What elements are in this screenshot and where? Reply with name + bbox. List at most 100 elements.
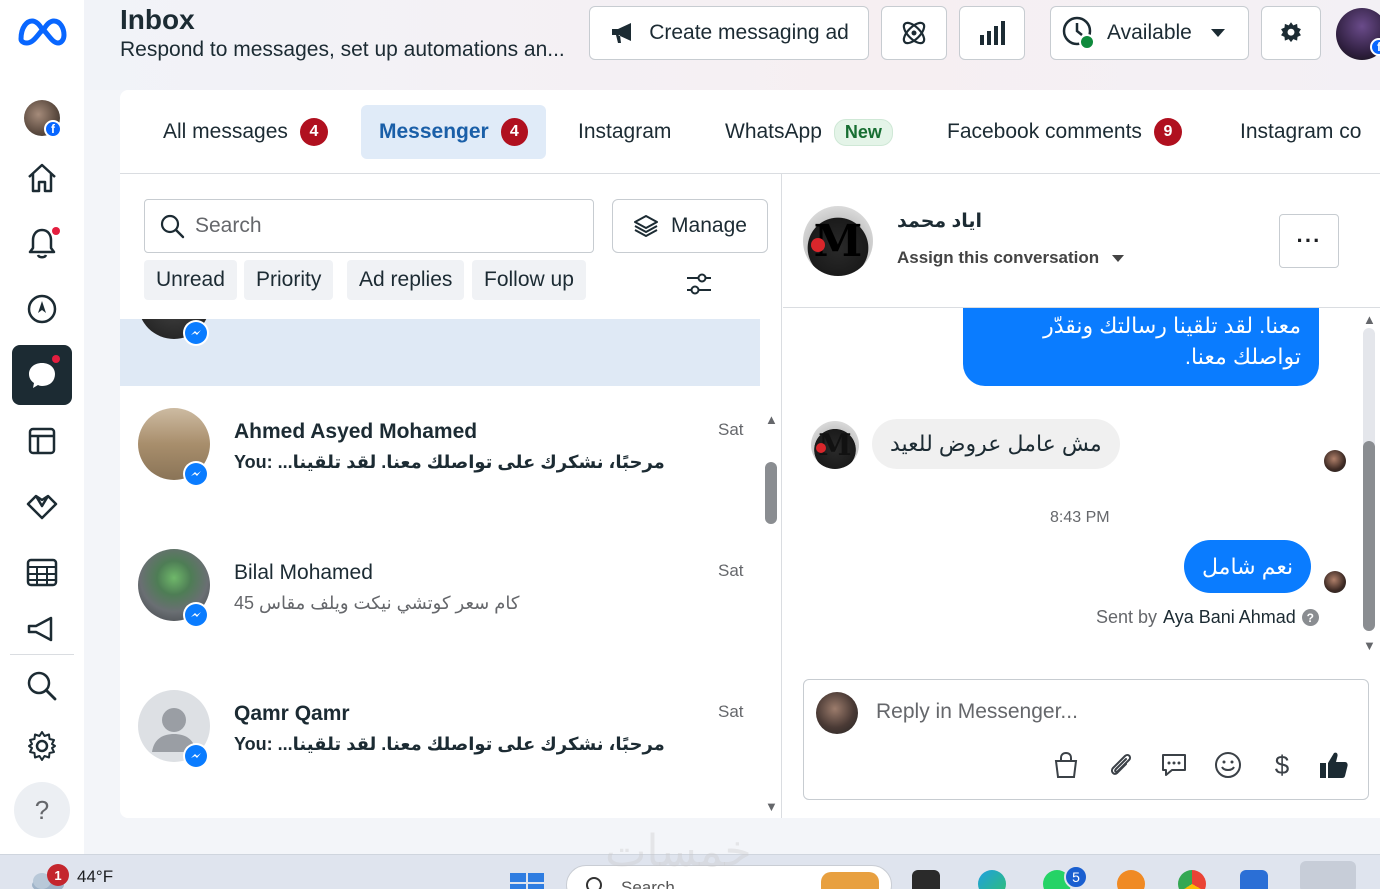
tab-whatsapp[interactable]: WhatsApp New <box>707 105 911 159</box>
list-item[interactable]: Qamr Qamr You: مرحبًا، نشكرك على تواصلك … <box>120 668 760 809</box>
megaphone-icon <box>612 23 632 43</box>
messenger-badge-icon <box>183 602 209 628</box>
contact-name: Qamr Qamr <box>234 702 350 725</box>
file-explorer-icon[interactable] <box>912 870 940 889</box>
divider <box>10 654 74 655</box>
tab-instagram-comments[interactable]: Instagram co <box>1222 105 1364 159</box>
message-area: معنا. لقد تلقينا رسالتك ونقدّر تواصلك مع… <box>783 308 1380 658</box>
emoji-icon[interactable] <box>1211 748 1245 782</box>
scroll-down-arrow[interactable]: ▼ <box>1363 638 1376 653</box>
tab-label: WhatsApp <box>725 120 822 143</box>
contact-name: اياد محمد <box>897 211 982 232</box>
inbox-icon[interactable] <box>12 345 72 405</box>
tab-instagram[interactable]: Instagram <box>560 105 689 159</box>
filter-settings-icon[interactable] <box>683 268 715 300</box>
availability-label: Available <box>1107 21 1192 44</box>
assign-conversation-dropdown[interactable]: Assign this conversation <box>897 248 1125 268</box>
create-messaging-ad-button[interactable]: Create messaging ad <box>589 6 869 60</box>
channel-tabs: All messages 4 Messenger 4 Instagram Wha… <box>120 90 1380 174</box>
scroll-down-arrow[interactable]: ▼ <box>765 799 778 814</box>
list-item[interactable]: Ahmed Asyed Mohamed You: مرحبًا، نشكرك ع… <box>120 386 760 527</box>
help-icon: ? <box>14 782 70 838</box>
outlook-icon[interactable] <box>1240 870 1268 889</box>
chrome-icon[interactable] <box>1178 870 1206 889</box>
reply-composer: $ <box>803 679 1369 800</box>
unread-count-badge: 4 <box>299 118 328 146</box>
you-prefix: You: <box>234 452 273 472</box>
home-icon[interactable] <box>14 150 70 206</box>
facebook-badge-icon: f <box>1370 38 1380 56</box>
megaphone-icon[interactable] <box>14 610 70 650</box>
page-avatar[interactable]: f <box>14 90 70 146</box>
notification-dot <box>52 355 60 363</box>
preview-text: مرحبًا، نشكرك على تواصلك معنا. لقد تلقين… <box>277 452 665 472</box>
list-item[interactable] <box>120 319 760 386</box>
payment-dollar-icon[interactable]: $ <box>1265 748 1299 782</box>
help-button[interactable]: ? <box>14 782 70 838</box>
info-icon[interactable]: ? <box>1301 609 1319 626</box>
profile-avatar[interactable]: f <box>1336 8 1380 60</box>
preview-text: مرحبًا، نشكرك على تواصلك معنا. لقد تلقين… <box>277 734 665 754</box>
tab-all-messages[interactable]: All messages 4 <box>145 105 346 159</box>
attachment-icon[interactable] <box>1103 748 1137 782</box>
blender-icon[interactable] <box>1117 870 1145 889</box>
compass-icon[interactable] <box>14 281 70 337</box>
unread-count-badge: 4 <box>500 118 528 146</box>
table-icon[interactable] <box>14 544 70 600</box>
reply-input[interactable] <box>876 700 1326 724</box>
contact-name: Ahmed Asyed Mohamed <box>234 420 478 443</box>
active-window-thumbnail[interactable] <box>1300 861 1356 889</box>
inbox-card: All messages 4 Messenger 4 Instagram Wha… <box>120 90 1380 818</box>
filter-unread[interactable]: Unread <box>144 260 237 300</box>
unread-count-badge: 9 <box>1153 118 1182 146</box>
filter-follow-up[interactable]: Follow up <box>472 260 586 300</box>
outgoing-message: معنا. لقد تلقينا رسالتك ونقدّر تواصلك مع… <box>963 308 1319 386</box>
start-windows-icon[interactable] <box>510 873 544 889</box>
new-badge: New <box>833 118 893 146</box>
thread-scrollbar-thumb[interactable] <box>1363 441 1375 631</box>
messenger-badge-icon <box>183 320 209 346</box>
contact-name: Bilal Mohamed <box>234 561 373 584</box>
bar-chart-icon <box>980 21 1005 45</box>
scroll-up-arrow[interactable]: ▲ <box>765 412 778 427</box>
edge-browser-icon[interactable] <box>978 870 1006 889</box>
tab-label: Instagram co <box>1240 120 1362 143</box>
conversation-list-pane: Manage Unread Priority Ad replies Follow… <box>120 174 782 818</box>
filter-priority[interactable]: Priority <box>244 260 334 300</box>
manage-button[interactable]: Manage <box>612 199 768 253</box>
avatar: f <box>24 100 62 138</box>
list-item[interactable]: Bilal Mohamed كام سعر كوتشي نيكت ويلف مق… <box>120 527 760 668</box>
saved-replies-icon[interactable] <box>1157 748 1191 782</box>
search-field[interactable] <box>144 199 594 253</box>
chevron-down-icon <box>1112 254 1125 262</box>
list-scrollbar-thumb[interactable] <box>765 462 777 524</box>
thumbs-up-icon[interactable] <box>1317 748 1351 782</box>
conversation-list: Ahmed Asyed Mohamed You: مرحبًا، نشكرك ع… <box>120 319 760 818</box>
search-icon <box>586 877 602 889</box>
tab-messenger[interactable]: Messenger 4 <box>361 105 546 159</box>
filter-ad-replies[interactable]: Ad replies <box>347 260 465 300</box>
tab-facebook-comments[interactable]: Facebook comments 9 <box>929 105 1200 159</box>
sent-by-line: Sent by Aya Bani Ahmad ? <box>1096 607 1319 628</box>
sent-by-prefix: Sent by <box>1096 607 1158 627</box>
availability-dropdown[interactable]: Available <box>1050 6 1249 60</box>
contact-avatar[interactable]: M <box>803 206 873 276</box>
automations-button[interactable] <box>881 6 947 60</box>
bell-icon[interactable] <box>14 215 70 271</box>
shop-bag-icon[interactable] <box>1049 748 1083 782</box>
search-icon[interactable] <box>14 658 70 714</box>
tab-label: Facebook comments <box>947 120 1142 143</box>
handshake-icon[interactable] <box>14 478 70 534</box>
search-input[interactable] <box>195 214 575 238</box>
chevron-down-icon <box>1210 29 1225 37</box>
more-options-button[interactable]: ··· <box>1279 214 1339 268</box>
assign-label: Assign this conversation <box>897 248 1100 267</box>
settings-button[interactable] <box>1261 6 1321 60</box>
insights-button[interactable] <box>959 6 1025 60</box>
meta-logo[interactable] <box>14 4 70 60</box>
gear-icon[interactable] <box>14 718 70 774</box>
notification-dot <box>52 227 60 235</box>
pages-icon[interactable] <box>14 413 70 469</box>
scroll-up-arrow[interactable]: ▲ <box>1363 312 1376 327</box>
message-line: معنا. لقد تلقينا رسالتك ونقدّر <box>1043 313 1301 338</box>
